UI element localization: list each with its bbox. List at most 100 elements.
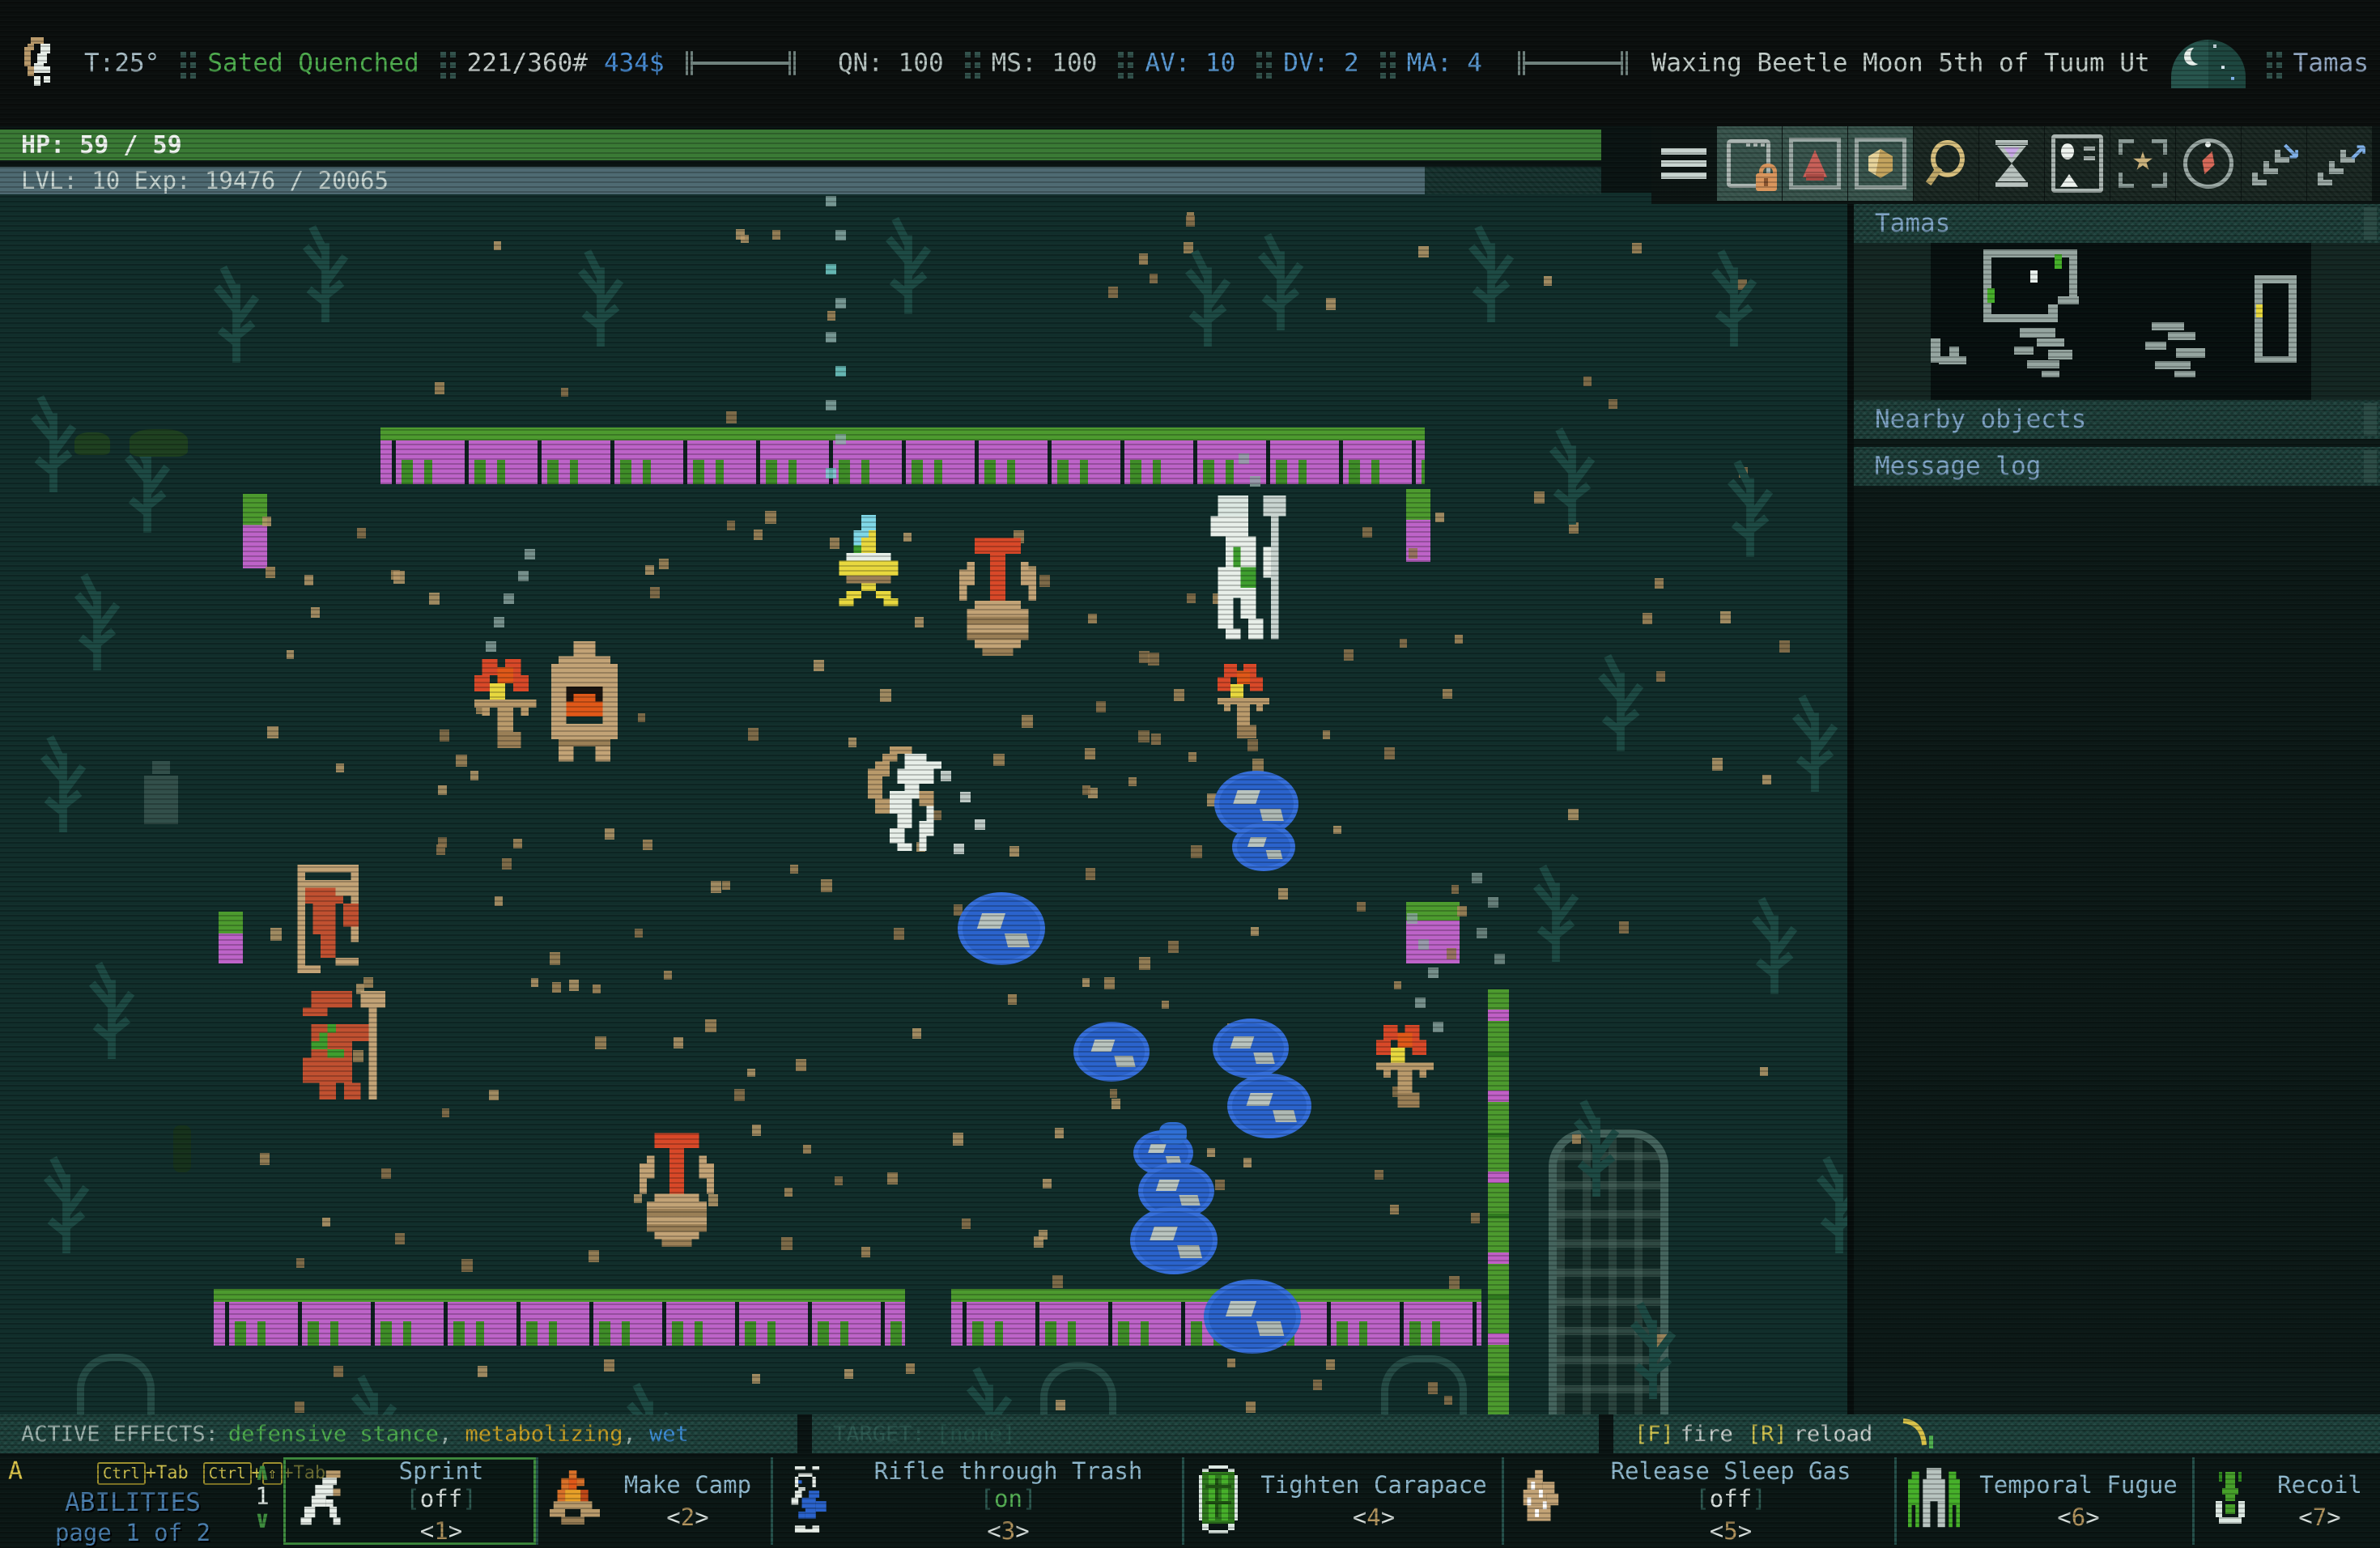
stairs-down-icon[interactable]: ↘ bbox=[2242, 126, 2306, 201]
ability-slot-recoil[interactable]: Recoil <7> bbox=[2192, 1457, 2380, 1545]
reload-label[interactable]: reload bbox=[1794, 1422, 1873, 1447]
game-screen: T:25° Sated Quenched 221/360# 434$ QN: 1… bbox=[0, 0, 2380, 1548]
reload-key[interactable]: [R] bbox=[1748, 1422, 1787, 1447]
sand-dot bbox=[1632, 243, 1642, 254]
effect-defensive-stance: defensive stance bbox=[228, 1422, 439, 1447]
sprite-urn[interactable] bbox=[640, 1125, 714, 1247]
favorite-star-icon[interactable]: ★ bbox=[2110, 126, 2175, 201]
wall-left-end[interactable] bbox=[219, 912, 243, 963]
sprite-loom[interactable] bbox=[290, 865, 374, 973]
sand-dot bbox=[1022, 715, 1033, 728]
sprite-urn[interactable] bbox=[959, 530, 1036, 656]
loot-gem-icon[interactable] bbox=[1848, 126, 1913, 201]
sidebar-title[interactable]: Tamas bbox=[1854, 204, 2380, 243]
sand-dot bbox=[1583, 376, 1592, 386]
plant-silhouette bbox=[1740, 889, 1808, 994]
sand-dot bbox=[772, 230, 781, 240]
sand-dot bbox=[1187, 593, 1196, 603]
sprite-torch[interactable] bbox=[1218, 664, 1276, 738]
plant-silhouette bbox=[1538, 419, 1606, 525]
sand-dot bbox=[605, 828, 614, 840]
water-puddle[interactable] bbox=[958, 892, 1045, 965]
page-up-chevron[interactable]: ∧ bbox=[246, 1461, 278, 1485]
sand-dot bbox=[1619, 921, 1630, 933]
character-card-icon[interactable] bbox=[2045, 126, 2110, 201]
plant-silhouette bbox=[1805, 1148, 1847, 1253]
clones-icon bbox=[1908, 1467, 1960, 1535]
game-map[interactable] bbox=[0, 193, 1847, 1414]
sprite-torch[interactable] bbox=[1376, 1025, 1441, 1108]
sand-dot bbox=[262, 517, 270, 526]
sand-dot bbox=[748, 728, 759, 740]
water-puddle[interactable] bbox=[1073, 1022, 1150, 1082]
ability-slot-sprint[interactable]: Sprint [off] <1> bbox=[283, 1457, 536, 1545]
sand-dot bbox=[470, 771, 478, 780]
sand-dot bbox=[1247, 739, 1258, 751]
trash-search-icon bbox=[784, 1466, 830, 1536]
sand-dot bbox=[1409, 548, 1417, 559]
sand-dot bbox=[1227, 1359, 1235, 1368]
hourglass-icon[interactable] bbox=[1979, 126, 2044, 201]
minimap[interactable] bbox=[1854, 243, 2380, 400]
plant-silhouette bbox=[340, 1367, 408, 1414]
sand-dot bbox=[835, 1176, 842, 1185]
sprite-farmer[interactable] bbox=[295, 991, 393, 1099]
water-drop[interactable] bbox=[1159, 1122, 1187, 1145]
sand-dot bbox=[1451, 885, 1459, 894]
sand-dot bbox=[781, 1237, 793, 1250]
sand-dot bbox=[266, 567, 276, 579]
water-puddle[interactable] bbox=[1213, 1019, 1289, 1078]
window-lock-icon[interactable] bbox=[1717, 126, 1782, 201]
wall-top[interactable] bbox=[380, 427, 1425, 484]
separator-dots bbox=[1118, 52, 1124, 57]
search-icon[interactable] bbox=[1914, 126, 1978, 201]
sidebar-section-message-log[interactable]: Message log bbox=[1854, 447, 2380, 486]
sand-dot bbox=[295, 1401, 304, 1413]
sand-dot bbox=[489, 1090, 499, 1101]
sand-dot bbox=[513, 839, 522, 848]
active-effects-label: ACTIVE EFFECTS: bbox=[21, 1422, 219, 1447]
sprite-priest[interactable] bbox=[1203, 495, 1294, 649]
water-puddle[interactable] bbox=[1232, 823, 1295, 871]
sand-dot bbox=[674, 1037, 683, 1048]
fire-label[interactable]: fire bbox=[1681, 1422, 1733, 1447]
sidebar-section-nearby-objects[interactable]: Nearby objects bbox=[1854, 400, 2380, 439]
ability-slot-rifle-through-trash[interactable]: Rifle through Trash [on] <3> bbox=[771, 1457, 1182, 1545]
water-puddle[interactable] bbox=[1204, 1279, 1301, 1354]
waypoint-spire-icon[interactable] bbox=[1783, 126, 1847, 201]
ability-slot-temporal-fugue[interactable]: Temporal Fugue <6> bbox=[1894, 1457, 2192, 1545]
compass-icon[interactable] bbox=[2176, 126, 2241, 201]
smoke-particle bbox=[1488, 897, 1498, 908]
minimap-block bbox=[1983, 249, 1991, 319]
ability-slot-make-camp[interactable]: Make Camp <2> bbox=[536, 1457, 771, 1545]
sand-dot bbox=[1760, 1067, 1768, 1077]
sprite-brazier[interactable] bbox=[824, 515, 913, 614]
fire-key[interactable]: [F] bbox=[1634, 1422, 1674, 1447]
sand-dot bbox=[435, 382, 445, 393]
stairs-up-icon[interactable]: ↗ bbox=[2307, 126, 2372, 201]
sand-dot bbox=[1418, 246, 1428, 257]
sprite-torch[interactable] bbox=[474, 659, 544, 748]
water-puddle[interactable] bbox=[1130, 1206, 1218, 1274]
sand-dot bbox=[887, 1172, 898, 1184]
moon-phase-icon[interactable] bbox=[2171, 38, 2246, 88]
ability-slot-tighten-carapace[interactable]: Tighten Carapace <4> bbox=[1182, 1457, 1502, 1545]
wall-left-segment[interactable] bbox=[243, 494, 267, 568]
ability-slot-release-sleep-gas[interactable]: Release Sleep Gas [off] <5> bbox=[1502, 1457, 1894, 1545]
minimap-block bbox=[2174, 371, 2195, 377]
sand-dot bbox=[741, 235, 748, 244]
page-down-chevron[interactable]: ∨ bbox=[246, 1508, 278, 1533]
sand-dot bbox=[495, 896, 504, 906]
abilities-page-label: page 1 of 2 bbox=[0, 1519, 266, 1546]
menu-icon[interactable] bbox=[1651, 126, 1716, 201]
sand-dot bbox=[880, 689, 891, 702]
water-puddle[interactable] bbox=[1227, 1074, 1311, 1138]
minimap-block bbox=[2145, 342, 2166, 350]
smoke-particle bbox=[1415, 997, 1426, 1008]
bamboo-column[interactable] bbox=[1488, 989, 1509, 1414]
sprite-kiln[interactable] bbox=[544, 641, 625, 769]
minimap-block bbox=[2155, 361, 2191, 369]
wall-bottom-left[interactable] bbox=[214, 1289, 905, 1346]
sprite-player[interactable] bbox=[868, 746, 963, 858]
plant-silhouette bbox=[291, 217, 359, 322]
